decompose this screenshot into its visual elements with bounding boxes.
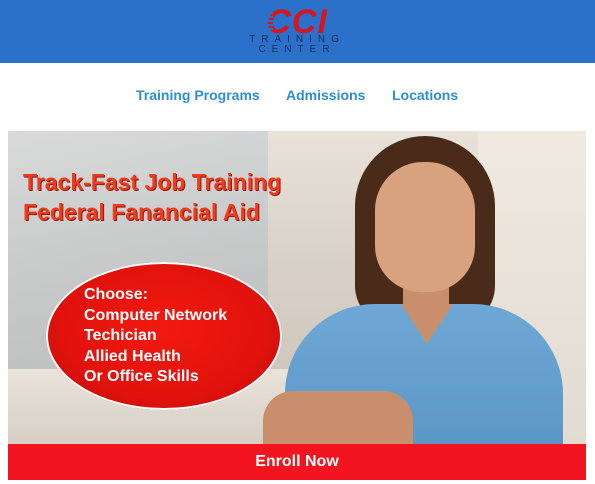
logo-stripes <box>233 12 273 36</box>
headline-line-2: Federal Fanancial Aid <box>23 199 260 225</box>
program-item: Allied Health <box>84 347 181 365</box>
main-nav: Training Programs Admissions Locations <box>0 63 595 131</box>
nav-link-training-programs[interactable]: Training Programs <box>136 87 260 103</box>
logo-subtitle-center: CENTER <box>258 44 336 55</box>
nav-link-locations[interactable]: Locations <box>392 87 458 103</box>
nav-link-admissions[interactable]: Admissions <box>286 87 365 103</box>
nurse-photo <box>263 136 563 444</box>
cci-logo[interactable]: CCI TRAINING CENTER <box>233 5 361 56</box>
choose-label: Choose: <box>84 286 148 303</box>
program-item: Computer Network <box>84 306 228 324</box>
headline-line-1: Track-Fast Job Training <box>23 169 282 195</box>
program-item: Or Office Skills <box>84 368 199 385</box>
program-item: Techician <box>84 327 157 344</box>
programs-list: Choose: Computer Network Techician Allie… <box>84 285 227 388</box>
hero-headline: Track-Fast Job Training Federal Fanancia… <box>23 167 281 227</box>
site-header: CCI TRAINING CENTER <box>0 0 595 63</box>
hero-banner: Track-Fast Job Training Federal Fanancia… <box>8 131 586 444</box>
enroll-now-button[interactable]: Enroll Now <box>8 444 586 480</box>
